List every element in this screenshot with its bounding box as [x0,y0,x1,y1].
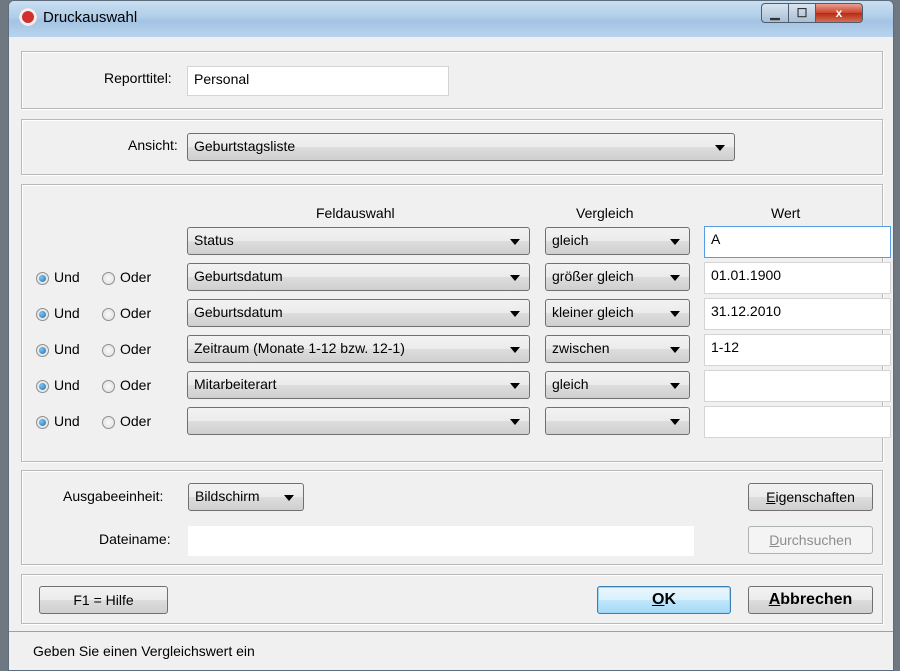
und-radio[interactable] [36,344,49,357]
oder-radio[interactable] [102,308,115,321]
field-select-value: Mitarbeiterart [194,376,277,392]
report-title-label: Reporttitel: [104,70,172,86]
status-bar: Geben Sie einen Vergleichswert ein [9,631,893,670]
und-label: Und [54,341,80,357]
field-select[interactable]: Zeitraum (Monate 1-12 bzw. 12-1) [187,335,530,363]
oder-label: Oder [120,413,152,429]
output-group: Ausgabeeinheit: Bildschirm Eigenschaften… [21,470,883,565]
compare-select-value: kleiner gleich [552,304,634,320]
chevron-down-icon [670,239,680,245]
compare-select-value: zwischen [552,340,610,356]
view-dropdown[interactable]: Geburtstagsliste [187,133,735,161]
oder-label: Oder [120,269,152,285]
minimize-button[interactable]: ▁ [761,3,789,23]
report-title-input[interactable]: Personal [187,66,449,96]
close-icon: x [835,6,843,20]
compare-select[interactable]: kleiner gleich [545,299,690,327]
chevron-down-icon [670,347,680,353]
chevron-down-icon [510,275,520,281]
properties-button[interactable]: Eigenschaften [748,483,873,511]
field-select[interactable]: Status [187,227,530,255]
chevron-down-icon [510,311,520,317]
compare-select[interactable]: gleich [545,371,690,399]
view-group: Ansicht: Geburtstagsliste [21,119,883,175]
output-unit-label: Ausgabeeinheit: [63,488,164,504]
compare-select[interactable] [545,407,690,435]
und-label: Und [54,305,80,321]
value-input[interactable] [704,406,891,438]
value-input[interactable]: A [704,226,891,258]
filename-input[interactable] [188,526,694,556]
field-select-value: Geburtsdatum [194,268,283,284]
view-value: Geburtstagsliste [194,138,296,154]
field-select-value: Zeitraum (Monate 1-12 bzw. 12-1) [194,340,405,356]
field-select[interactable]: Geburtsdatum [187,299,530,327]
chevron-down-icon [715,145,725,151]
oder-label: Oder [120,341,152,357]
window-title: Druckauswahl [43,9,138,26]
compare-select-value: gleich [552,376,589,392]
output-unit-value: Bildschirm [195,488,260,504]
und-radio[interactable] [36,380,49,393]
und-label: Und [54,377,80,393]
chevron-down-icon [670,311,680,317]
field-select[interactable] [187,407,530,435]
chevron-down-icon [510,347,520,353]
filter-group: Feldauswahl Vergleich Wert Status gleich A… [21,184,891,462]
chevron-down-icon [510,383,520,389]
value-input[interactable]: 1-12 [704,334,891,366]
und-radio[interactable] [36,308,49,321]
filename-label: Dateiname: [99,531,171,547]
chevron-down-icon [284,495,294,501]
output-unit-dropdown[interactable]: Bildschirm [188,483,304,511]
help-button[interactable]: F1 = Hilfe [39,586,168,614]
oder-radio[interactable] [102,272,115,285]
oder-radio[interactable] [102,380,115,393]
button-row-group: F1 = Hilfe OK Abbrechen [21,574,883,624]
oder-label: Oder [120,377,152,393]
maximize-button[interactable]: ☐ [788,3,816,23]
app-logo-icon [19,8,37,26]
compare-select[interactable]: zwischen [545,335,690,363]
chevron-down-icon [670,419,680,425]
und-label: Und [54,269,80,285]
chevron-down-icon [670,275,680,281]
value-input[interactable]: 01.01.1900 [704,262,891,294]
compare-select[interactable]: gleich [545,227,690,255]
field-select-value: Geburtsdatum [194,304,283,320]
value-input[interactable] [704,370,891,402]
compare-select-value: gleich [552,232,589,248]
field-select[interactable]: Geburtsdatum [187,263,530,291]
header-field: Feldauswahl [316,205,395,221]
oder-radio[interactable] [102,344,115,357]
header-compare: Vergleich [576,205,634,221]
chevron-down-icon [510,239,520,245]
dialog-window: Druckauswahl ▁ ☐ x Reporttitel: Personal… [8,0,894,671]
chevron-down-icon [510,419,520,425]
oder-label: Oder [120,305,152,321]
ok-button[interactable]: OK [597,586,731,614]
und-radio[interactable] [36,416,49,429]
und-label: Und [54,413,80,429]
browse-button[interactable]: Durchsuchen [748,526,873,554]
cancel-button[interactable]: Abbrechen [748,586,873,614]
compare-select[interactable]: größer gleich [545,263,690,291]
und-radio[interactable] [36,272,49,285]
title-bar[interactable]: Druckauswahl ▁ ☐ x [9,1,893,37]
report-title-group: Reporttitel: Personal [21,51,883,109]
close-button[interactable]: x [815,3,863,23]
view-label: Ansicht: [128,137,178,153]
compare-select-value: größer gleich [552,268,634,284]
field-select-value: Status [194,232,234,248]
chevron-down-icon [670,383,680,389]
status-text: Geben Sie einen Vergleichswert ein [33,643,255,659]
value-input[interactable]: 31.12.2010 [704,298,891,330]
oder-radio[interactable] [102,416,115,429]
field-select[interactable]: Mitarbeiterart [187,371,530,399]
header-value: Wert [771,205,801,221]
